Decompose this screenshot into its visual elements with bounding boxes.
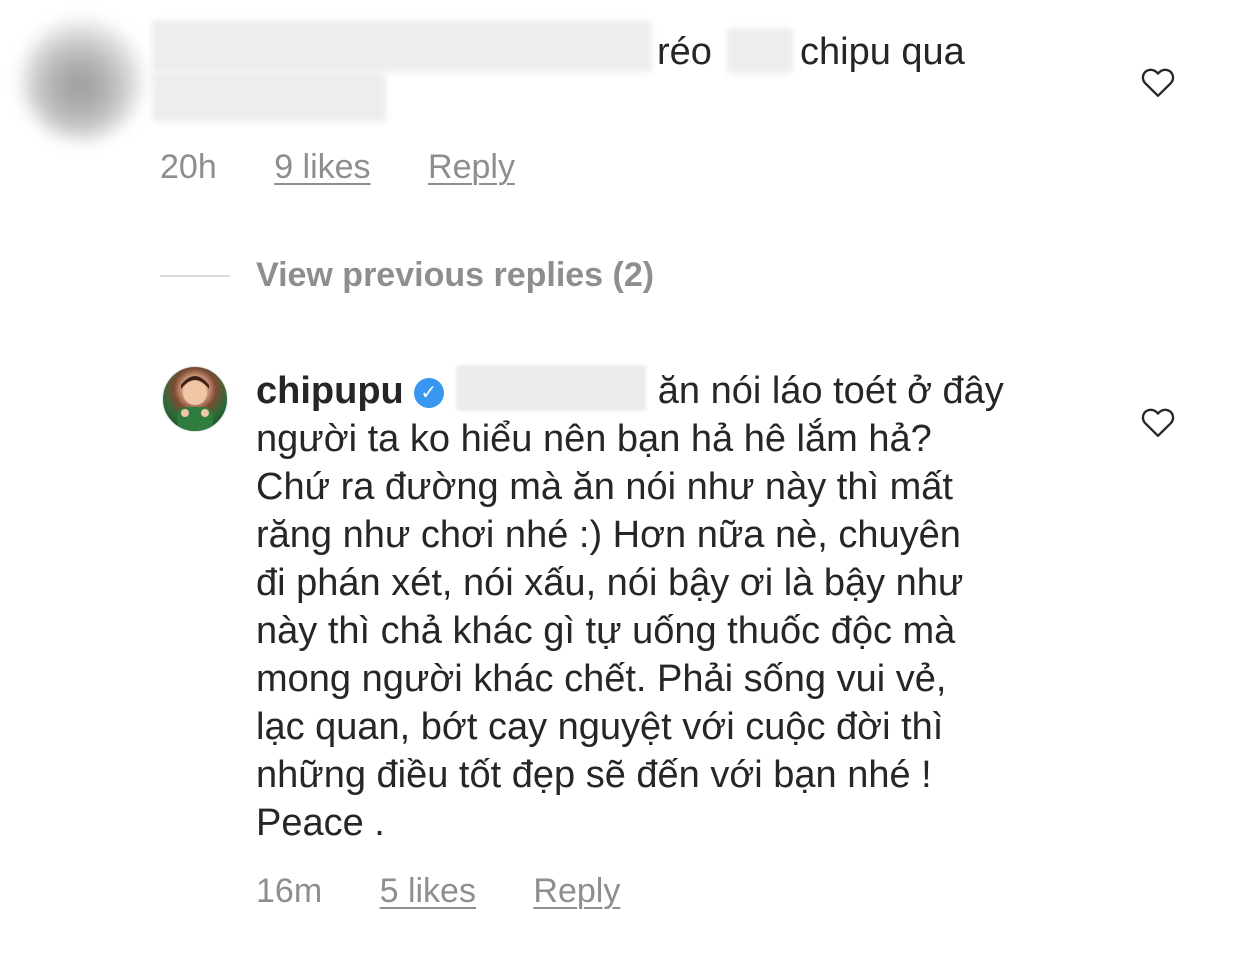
comment-text-fragment: chipu qua (800, 31, 965, 73)
avatar[interactable] (162, 366, 228, 432)
comment-line: đi phán xét, nói xấu, nói bậy ơi là bậy … (256, 562, 964, 604)
comment-line: răng như chơi nhé :) Hơn nữa nè, chuyên (256, 514, 961, 556)
blurred-text (152, 72, 386, 122)
comment-meta: 16m 5 likes Reply (256, 872, 620, 911)
comment-line: người ta ko hiểu nên bạn hả hê lắm hả? (256, 418, 932, 460)
comment-time: 20h (160, 148, 217, 186)
reply-button[interactable]: Reply (428, 148, 515, 186)
likes-link[interactable]: 5 likes (380, 872, 476, 910)
comment-text-fragment: réo (657, 31, 712, 73)
blurred-mention (455, 365, 646, 411)
heart-outline-icon[interactable] (1140, 66, 1176, 98)
username-link[interactable]: chipupu (256, 370, 404, 412)
comment-line: này thì chả khác gì tự uống thuốc độc mà (256, 610, 956, 652)
blurred-avatar (22, 20, 142, 140)
verified-badge-icon: ✓ (413, 378, 444, 408)
reply-comment: chipupu ✓ ăn nói láo toét ở đây người ta k… (256, 365, 1116, 847)
comment-line: những điều tốt đẹp sẽ đến với bạn nhé ! (256, 754, 932, 796)
reply-button[interactable]: Reply (533, 872, 620, 910)
comment-line: mong người khác chết. Phải sống vui vẻ, (256, 658, 947, 700)
comment-line: Chứ ra đường mà ăn nói như này thì mất (256, 466, 953, 508)
likes-link[interactable]: 9 likes (274, 148, 370, 186)
comment-time: 16m (256, 872, 323, 910)
heart-outline-icon[interactable] (1140, 406, 1176, 438)
comment-line: Peace . (256, 802, 385, 844)
comment-line: ăn nói láo toét ở đây (657, 370, 1004, 412)
comment-meta: 20h 9 likes Reply (160, 148, 515, 187)
divider-line (160, 275, 230, 277)
blurred-mention (727, 28, 793, 74)
comment-line: lạc quan, bớt cay nguyệt với cuộc đời th… (256, 706, 944, 748)
view-previous-replies-button[interactable]: View previous replies (2) (256, 256, 654, 295)
blurred-username (152, 20, 652, 72)
